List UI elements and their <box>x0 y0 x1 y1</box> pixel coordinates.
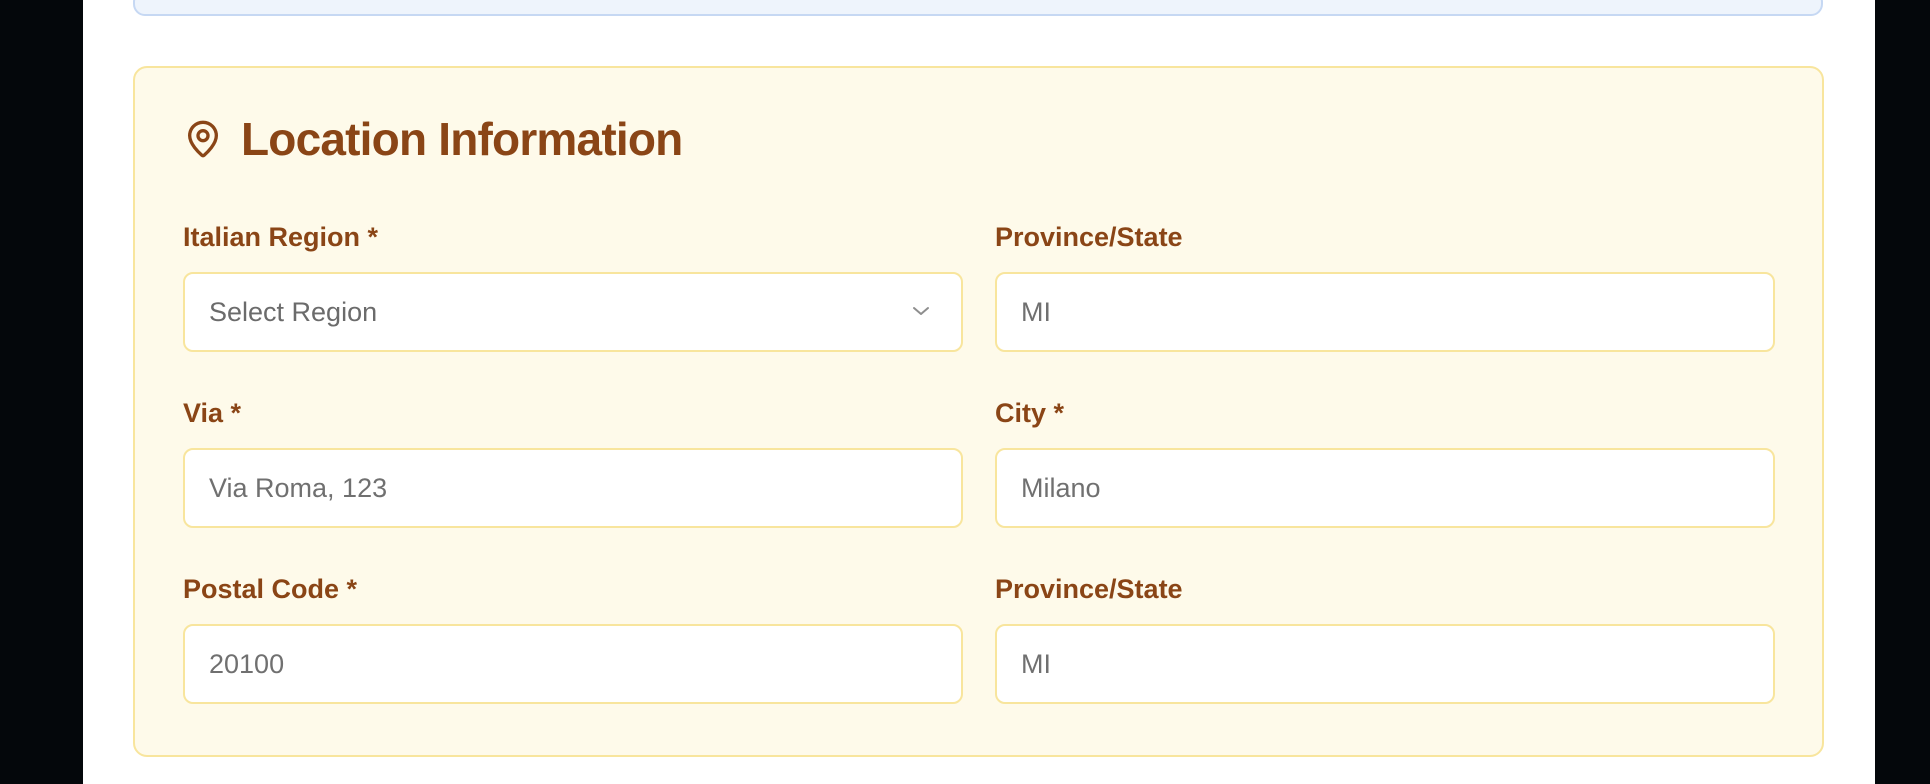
postal-code-input[interactable] <box>183 624 963 704</box>
province-field-top: Province/State <box>995 224 1775 352</box>
province-input-top[interactable] <box>995 272 1775 352</box>
city-input[interactable] <box>995 448 1775 528</box>
section-header: Location Information <box>183 113 683 165</box>
province-label-bottom: Province/State <box>995 574 1183 604</box>
city-field: City * <box>995 400 1775 528</box>
province-label-top: Province/State <box>995 222 1183 252</box>
section-title: Location Information <box>241 113 683 165</box>
via-input[interactable] <box>183 448 963 528</box>
location-information-card: Location Information Italian Region * Se… <box>133 66 1824 757</box>
region-label: Italian Region * <box>183 222 379 252</box>
via-field: Via * <box>183 400 963 528</box>
postal-code-label: Postal Code * <box>183 574 358 604</box>
postal-code-field: Postal Code * <box>183 576 963 704</box>
form-page: Location Information Italian Region * Se… <box>83 0 1875 784</box>
region-field: Italian Region * Select Region <box>183 224 963 352</box>
via-label: Via * <box>183 398 242 428</box>
region-select[interactable]: Select Region <box>183 272 963 352</box>
map-pin-icon <box>183 119 223 159</box>
city-label: City * <box>995 398 1065 428</box>
region-select-value: Select Region <box>209 297 378 327</box>
province-field-bottom: Province/State <box>995 576 1775 704</box>
chevron-down-icon <box>911 304 931 318</box>
previous-section-card <box>133 0 1823 16</box>
province-input-bottom[interactable] <box>995 624 1775 704</box>
